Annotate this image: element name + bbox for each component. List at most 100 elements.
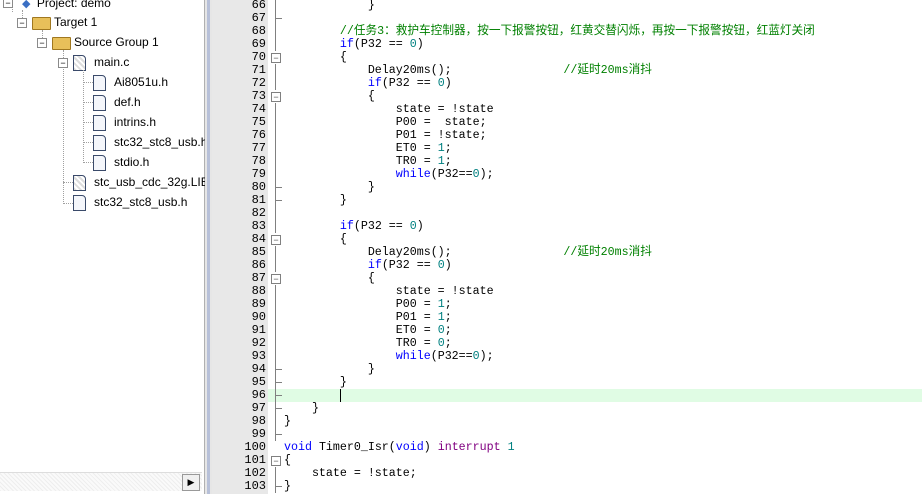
code-line[interactable]: 98} xyxy=(252,415,922,428)
code-line[interactable]: 91 ET0 = 0; xyxy=(252,324,922,337)
code-line[interactable]: 69 if(P32 == 0) xyxy=(252,38,922,51)
code-line[interactable]: 82 xyxy=(252,207,922,220)
code-line[interactable]: 101−{ xyxy=(244,454,922,468)
fold-toggle-icon[interactable]: − xyxy=(271,53,281,63)
header-file-icon xyxy=(93,135,106,151)
code-line[interactable]: 99 xyxy=(252,428,922,441)
code-line[interactable]: 89 P00 = 1; xyxy=(252,298,922,311)
code-text: { xyxy=(284,454,291,467)
code-number: 1 xyxy=(437,311,445,324)
code-number: 0 xyxy=(472,350,480,363)
code-token: ) xyxy=(416,220,424,233)
fold-toggle-icon[interactable]: − xyxy=(271,274,281,284)
code-line[interactable]: 74 state = !state xyxy=(252,103,922,116)
fold-toggle-icon[interactable]: − xyxy=(271,92,281,102)
code-text: if(P32 == 0) xyxy=(284,77,452,90)
code-line[interactable]: 79 while(P32==0); xyxy=(252,168,922,181)
code-token: } xyxy=(284,0,375,12)
code-text: P01 = 1; xyxy=(284,311,452,324)
code-number: 0 xyxy=(437,337,445,350)
code-line[interactable]: 83 if(P32 == 0) xyxy=(252,220,922,233)
code-token: ET0 = xyxy=(284,324,438,337)
fold-line xyxy=(275,415,276,428)
code-line[interactable]: 72 if(P32 == 0) xyxy=(252,77,922,90)
code-line[interactable]: 67 xyxy=(252,12,922,25)
code-number: 1 xyxy=(437,298,445,311)
code-token: ; xyxy=(444,337,452,350)
code-line[interactable]: 103} xyxy=(244,480,922,493)
code-line[interactable]: 88 state = !state xyxy=(252,285,922,298)
code-token: ; xyxy=(444,155,452,168)
fold-line xyxy=(275,324,276,337)
code-line[interactable]: 94 } xyxy=(252,363,922,376)
code-line[interactable]: 97 } xyxy=(252,402,922,415)
collapse-group-toggle[interactable]: − xyxy=(37,38,47,48)
code-keyword: while xyxy=(395,350,431,363)
code-token: } xyxy=(284,376,347,389)
fold-line xyxy=(275,259,276,272)
code-line[interactable]: 92 TR0 = 0; xyxy=(252,337,922,350)
fold-line xyxy=(275,350,276,363)
code-line[interactable]: 76 P01 = !state; xyxy=(252,129,922,142)
fold-toggle-icon[interactable]: − xyxy=(271,235,281,245)
code-line[interactable]: 96 xyxy=(252,389,922,402)
fold-line xyxy=(275,337,276,350)
fold-line xyxy=(275,64,276,77)
code-text: } xyxy=(284,480,291,493)
code-keyword: if xyxy=(367,259,382,272)
code-line[interactable]: 71 Delay20ms(); //延时20ms消抖 xyxy=(252,64,922,77)
scroll-right-arrow-icon[interactable]: ▶ xyxy=(182,474,200,491)
code-comment: //延时20ms消抖 xyxy=(563,246,652,259)
code-token: ; xyxy=(444,324,452,337)
code-token: } xyxy=(284,480,291,493)
code-line[interactable]: 81 } xyxy=(252,194,922,207)
panel-splitter[interactable] xyxy=(205,0,212,494)
code-token: TR0 = xyxy=(284,337,438,350)
code-text: P00 = state; xyxy=(284,116,487,129)
code-keyword: if xyxy=(367,77,382,90)
code-line[interactable]: 85 Delay20ms(); //延时20ms消抖 xyxy=(252,246,922,259)
code-line[interactable]: 95 } xyxy=(252,376,922,389)
code-token: P00 = xyxy=(284,298,438,311)
code-line[interactable]: 80 } xyxy=(252,181,922,194)
code-line[interactable]: 87− { xyxy=(252,272,922,286)
project-panel: − ◆ Project: demo − Target 1 − Source Gr… xyxy=(0,0,209,494)
fold-end-marker xyxy=(275,428,282,441)
code-token: { xyxy=(284,51,347,64)
code-line[interactable]: 90 P01 = 1; xyxy=(252,311,922,324)
code-text: state = !state xyxy=(284,285,494,298)
code-token: ); xyxy=(479,350,494,363)
code-line[interactable]: 78 TR0 = 1; xyxy=(252,155,922,168)
fold-line xyxy=(275,207,276,220)
collapse-main-toggle[interactable]: − xyxy=(58,58,68,68)
collapse-project-toggle[interactable]: − xyxy=(3,0,13,8)
code-line[interactable]: 86 if(P32 == 0) xyxy=(252,259,922,272)
code-number: 0 xyxy=(409,38,417,51)
code-text: Delay20ms(); //延时20ms消抖 xyxy=(284,64,652,77)
code-line[interactable]: 102 state = !state; xyxy=(244,467,922,480)
code-token: { xyxy=(284,90,375,103)
code-line[interactable]: 100 void Timer0_Isr(void) interrupt 1 xyxy=(244,441,922,455)
code-line[interactable]: 70− { xyxy=(252,51,922,65)
code-line[interactable]: 93 while(P32==0); xyxy=(252,350,922,363)
fold-toggle-icon[interactable]: − xyxy=(271,456,281,466)
code-comment: //延时20ms消抖 xyxy=(563,64,652,77)
open-folder-icon xyxy=(52,37,71,50)
code-token: ) xyxy=(423,441,438,454)
code-line[interactable]: 68 //任务3：救护车控制器，按一下报警按钮，红黄交替闪烁，再按一下报警按钮，… xyxy=(252,25,922,38)
code-token: (P32== xyxy=(430,168,473,181)
code-line[interactable]: 77 ET0 = 1; xyxy=(252,142,922,155)
code-text: } xyxy=(284,402,319,415)
code-line[interactable]: 84− { xyxy=(252,233,922,247)
code-line[interactable]: 73− { xyxy=(252,90,922,104)
code-text: } xyxy=(284,181,375,194)
horizontal-scrollbar[interactable]: ▶ xyxy=(0,472,202,491)
code-line[interactable]: 66 } xyxy=(252,0,922,12)
code-editor[interactable]: 66 } 67 68 //任务3：救护车控制器，按一下报警按钮，红黄交替闪烁，再按一… xyxy=(244,0,922,494)
fold-line xyxy=(275,77,276,90)
code-token: { xyxy=(284,454,291,467)
collapse-target-toggle[interactable]: − xyxy=(17,18,27,28)
fold-line xyxy=(275,142,276,155)
code-line[interactable]: 75 P00 = state; xyxy=(252,116,922,129)
